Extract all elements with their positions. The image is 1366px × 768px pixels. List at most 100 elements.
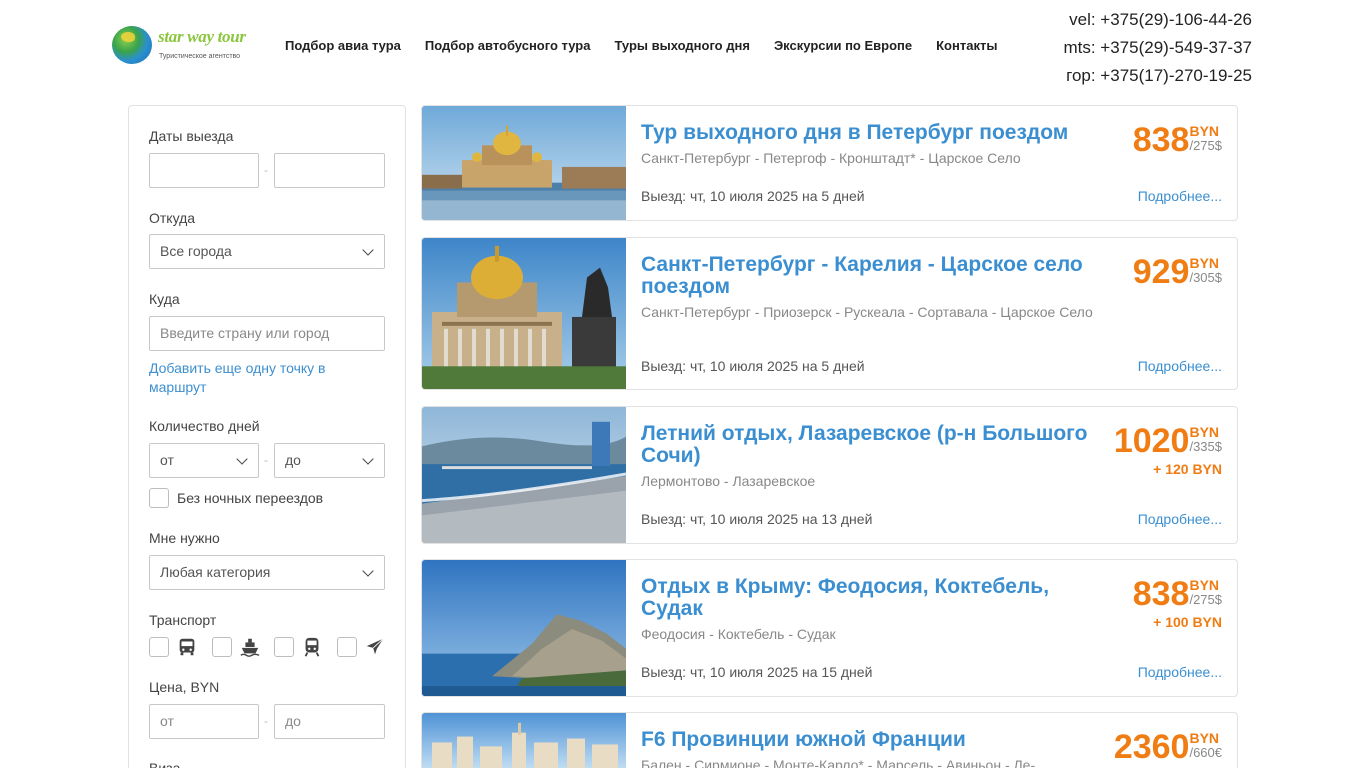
transport-ship-checkbox[interactable]: [212, 637, 232, 657]
nav-europe-excursions[interactable]: Экскурсии по Европе: [774, 38, 912, 53]
phone-velcom[interactable]: vel: +375(29)-106-44-26: [1063, 6, 1252, 34]
price-currency: BYN: [1189, 123, 1220, 139]
price-value: 2360: [1113, 728, 1190, 766]
tour-price: 929 BYN /305$: [1133, 255, 1222, 289]
tour-card[interactable]: Тур выходного дня в Петербург поездом Са…: [421, 105, 1238, 221]
bus-icon: [179, 638, 195, 656]
tour-photo-petersburg: [422, 106, 626, 220]
logo[interactable]: star way tour Туристическое агентство: [112, 26, 248, 66]
no-night-checkbox[interactable]: [149, 488, 169, 508]
price-to-placeholder: до: [285, 713, 301, 729]
train-icon: [304, 637, 320, 657]
tour-route: Санкт-Петербург - Приозерск - Рускеала -…: [641, 304, 1093, 320]
tour-departure-date: Выезд: чт, 10 июля 2025 на 5 дней: [641, 358, 865, 374]
logo-name: star way tour: [158, 27, 246, 46]
tour-title[interactable]: Тур выходного дня в Петербург поездом: [641, 122, 1101, 144]
tour-photo-crimea: [422, 560, 626, 696]
tour-details-link[interactable]: Подробнее...: [1138, 188, 1222, 204]
price-usd: /660€: [1189, 745, 1222, 760]
phone-city[interactable]: гор: +375(17)-270-19-25: [1063, 62, 1252, 90]
plane-icon: [366, 638, 384, 655]
from-city-select[interactable]: Все города: [149, 234, 385, 269]
nav-weekend-tours[interactable]: Туры выходного дня: [614, 38, 749, 53]
nav-contacts[interactable]: Контакты: [936, 38, 997, 53]
dates-label: Даты выезда: [149, 128, 234, 144]
date-dash: -: [264, 163, 268, 177]
price-currency: BYN: [1189, 255, 1220, 271]
transport-label: Транспорт: [149, 612, 217, 628]
days-dash: -: [264, 453, 268, 467]
price-value: 838: [1132, 121, 1190, 159]
tour-price: 1020 BYN /335$: [1114, 424, 1222, 458]
tour-photo-france: [422, 713, 626, 768]
tour-departure-date: Выезд: чт, 10 июля 2025 на 15 дней: [641, 664, 873, 680]
nav-air-tour[interactable]: Подбор авиа тура: [285, 38, 401, 53]
add-route-point-link[interactable]: Добавить еще одну точку в маршрут: [149, 359, 369, 397]
site-header: star way tour Туристическое агентство По…: [0, 0, 1366, 96]
tour-photo-lazarevskoe: [422, 407, 626, 543]
tour-title[interactable]: Отдых в Крыму: Феодосия, Коктебель, Суда…: [641, 576, 1101, 620]
price-surcharge: + 120 BYN: [1153, 461, 1222, 477]
phone-mts[interactable]: mts: +375(29)-549-37-37: [1063, 34, 1252, 62]
main-nav: Подбор авиа тура Подбор автобусного тура…: [285, 38, 1021, 53]
logo-tagline: Туристическое агентство: [159, 53, 241, 60]
price-value: 838: [1132, 575, 1190, 613]
price-usd: /275$: [1189, 138, 1222, 153]
tour-details-link[interactable]: Подробнее...: [1138, 511, 1222, 527]
transport-bus-checkbox[interactable]: [149, 637, 169, 657]
to-label: Куда: [149, 291, 180, 307]
transport-train-checkbox[interactable]: [274, 637, 294, 657]
price-value: 929: [1132, 253, 1190, 291]
transport-plane-checkbox[interactable]: [337, 637, 357, 657]
tour-card[interactable]: Санкт-Петербург - Карелия - Царское село…: [421, 237, 1238, 390]
price-dash: -: [264, 714, 268, 728]
date-from-input[interactable]: [149, 153, 259, 188]
tour-price: 838 BYN /275$: [1133, 123, 1222, 157]
tour-details-link[interactable]: Подробнее...: [1138, 664, 1222, 680]
destination-placeholder: Введите страну или город: [160, 325, 330, 341]
tour-photo-st-isaac: [422, 238, 626, 389]
tour-details-link[interactable]: Подробнее...: [1138, 358, 1222, 374]
globe-logo-icon: [112, 26, 152, 64]
price-currency: BYN: [1189, 577, 1220, 593]
days-to-value: до: [285, 452, 301, 468]
tour-card[interactable]: F6 Провинции южной Франции Бален - Сирми…: [421, 712, 1238, 768]
category-select[interactable]: Любая категория: [149, 555, 385, 590]
nav-bus-tour[interactable]: Подбор автобусного тура: [425, 38, 591, 53]
price-usd: /335$: [1189, 439, 1222, 454]
tour-route: Лермонтово - Лазаревское: [641, 473, 816, 489]
price-currency: BYN: [1189, 424, 1220, 440]
days-label: Количество дней: [149, 418, 260, 434]
need-label: Мне нужно: [149, 530, 220, 546]
price-surcharge: + 100 BYN: [1153, 614, 1222, 630]
days-from-value: от: [160, 452, 174, 468]
tour-card[interactable]: Летний отдых, Лазаревское (р-н Большого …: [421, 406, 1238, 544]
days-from-select[interactable]: от: [149, 443, 259, 478]
phone-list: vel: +375(29)-106-44-26 mts: +375(29)-54…: [1063, 6, 1252, 90]
category-value: Любая категория: [160, 564, 271, 580]
tour-route: Феодосия - Коктебель - Судак: [641, 626, 836, 642]
destination-input[interactable]: Введите страну или город: [149, 316, 385, 351]
tour-price: 2360 BYN /660€: [1114, 730, 1222, 764]
from-label: Откуда: [149, 210, 196, 226]
tour-title[interactable]: Летний отдых, Лазаревское (р-н Большого …: [641, 423, 1101, 467]
tour-price: 838 BYN /275$: [1133, 577, 1222, 611]
price-value: 1020: [1113, 422, 1190, 460]
tour-route: Санкт-Петербург - Петергоф - Кронштадт* …: [641, 150, 1021, 166]
price-label: Цена, BYN: [149, 679, 220, 695]
tour-title[interactable]: F6 Провинции южной Франции: [641, 729, 1101, 751]
tour-card[interactable]: Отдых в Крыму: Феодосия, Коктебель, Суда…: [421, 559, 1238, 697]
from-city-value: Все города: [160, 243, 232, 259]
date-to-input[interactable]: [274, 153, 385, 188]
price-from-input[interactable]: от: [149, 704, 259, 739]
tour-title[interactable]: Санкт-Петербург - Карелия - Царское село…: [641, 254, 1101, 298]
price-from-placeholder: от: [160, 713, 174, 729]
ship-icon: [240, 638, 260, 657]
days-to-select[interactable]: до: [274, 443, 385, 478]
price-currency: BYN: [1189, 730, 1220, 746]
tour-departure-date: Выезд: чт, 10 июля 2025 на 13 дней: [641, 511, 873, 527]
tour-departure-date: Выезд: чт, 10 июля 2025 на 5 дней: [641, 188, 865, 204]
tour-filter-panel: Даты выезда - Откуда Все города Куда Вве…: [128, 105, 406, 768]
price-to-input[interactable]: до: [274, 704, 385, 739]
price-usd: /305$: [1189, 270, 1222, 285]
